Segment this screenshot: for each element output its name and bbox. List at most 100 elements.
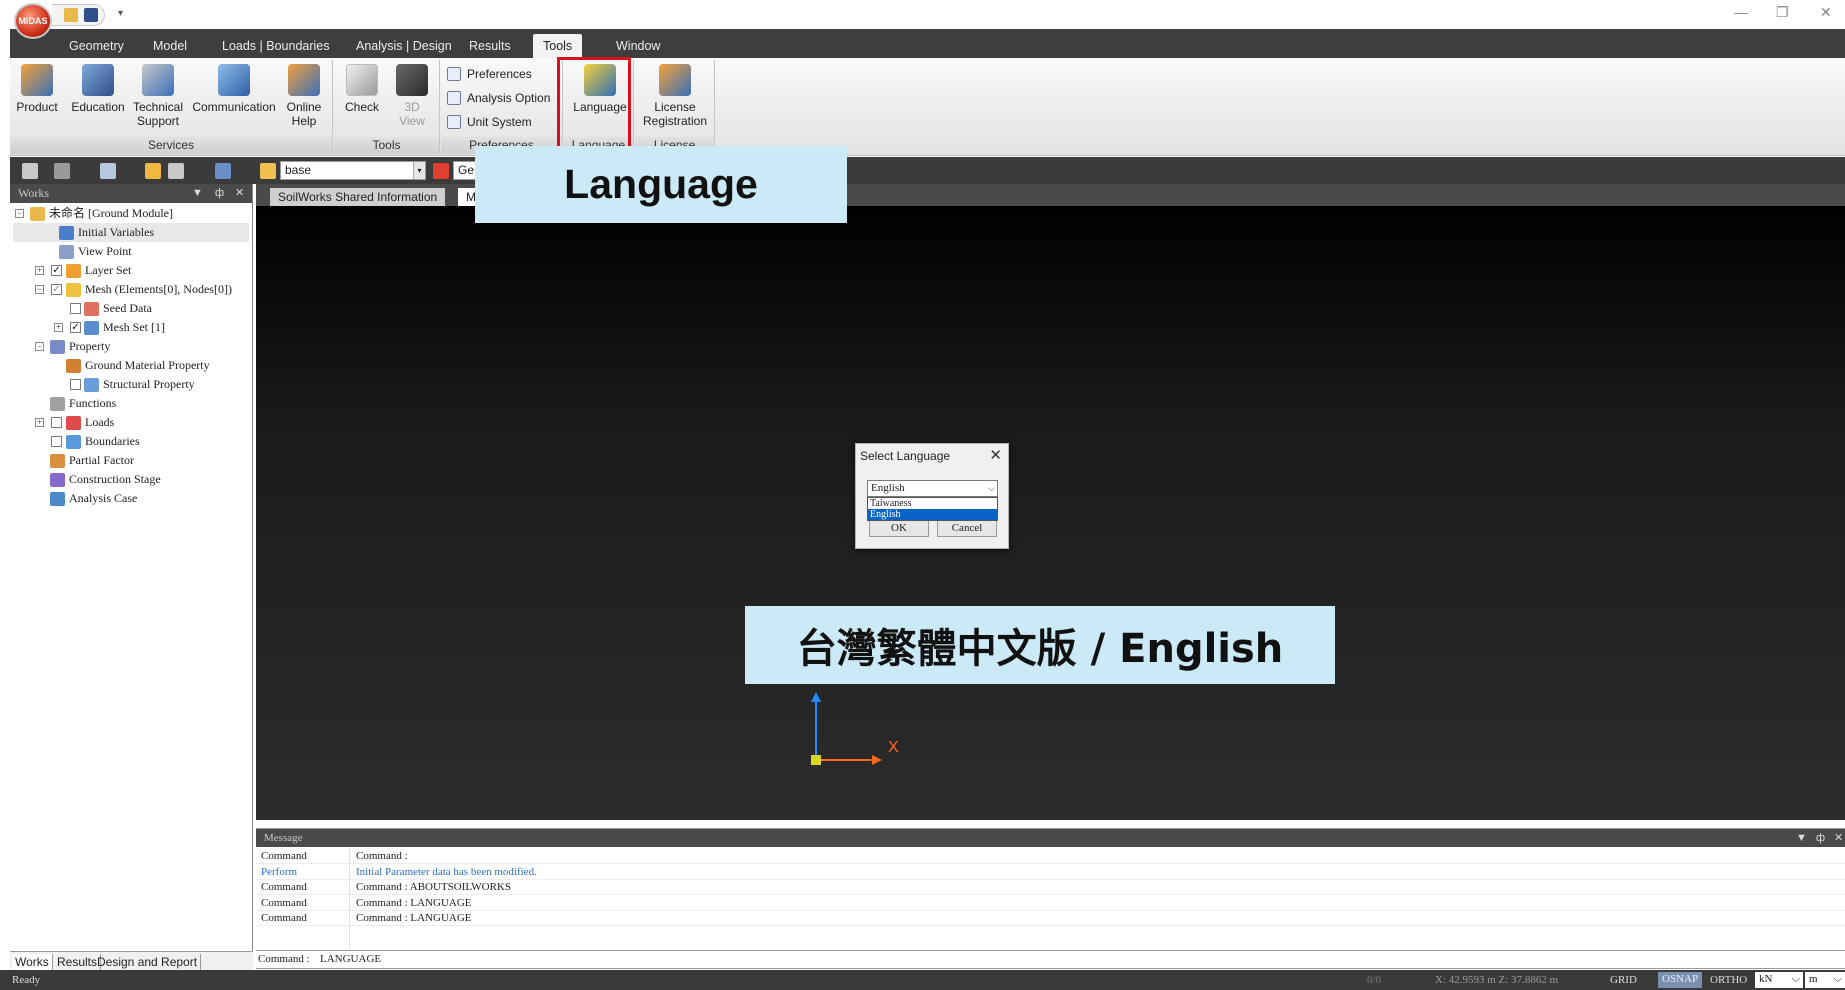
select-icon[interactable] — [100, 163, 116, 179]
collapse-icon[interactable]: − — [35, 285, 44, 294]
layer-combo[interactable]: base ▾ — [280, 161, 426, 180]
unit-system-button[interactable]: Unit System — [443, 112, 532, 132]
expand-icon[interactable]: + — [35, 418, 44, 427]
layer-set-checkbox[interactable]: ✓ — [51, 265, 62, 276]
structural-property-checkbox[interactable] — [70, 379, 81, 390]
osnap-toggle[interactable]: OSNAP — [1658, 972, 1703, 988]
license-registration-button[interactable]: License Registration — [639, 64, 711, 128]
message-text: Command : LANGUAGE — [356, 896, 472, 909]
mesh-set-icon — [84, 321, 99, 335]
tab-model[interactable]: Model — [143, 34, 197, 58]
message-row: Perform Initial Parameter data has been m… — [256, 865, 1845, 880]
technical-support-icon — [142, 64, 174, 96]
command-line[interactable]: Command : LANGUAGE — [256, 950, 1845, 969]
ok-button[interactable]: OK — [869, 519, 929, 537]
tools-group: Check 3D View Tools — [334, 60, 440, 154]
layer-icon — [66, 264, 81, 278]
mesh-checkbox[interactable]: ✓ — [51, 284, 62, 295]
model-viewport[interactable]: X — [256, 206, 1845, 820]
language-select[interactable]: English ⌵ — [867, 480, 998, 497]
technical-support-label-2: Support — [136, 114, 180, 128]
message-type: Command — [261, 881, 307, 893]
save-icon[interactable] — [84, 8, 98, 22]
tab-window[interactable]: Window — [606, 34, 670, 58]
license-registration-icon — [659, 64, 691, 96]
paste-icon[interactable] — [168, 163, 184, 179]
undo-icon[interactable] — [22, 163, 38, 179]
tab-loads-boundaries[interactable]: Loads | Boundaries — [212, 34, 340, 58]
check-button[interactable]: Check — [340, 64, 384, 114]
pin-icon[interactable]: ф — [215, 184, 224, 203]
technical-support-button[interactable]: Technical Support — [130, 64, 186, 128]
boundaries-checkbox[interactable] — [51, 436, 62, 447]
open-folder-icon[interactable] — [64, 8, 78, 22]
tab-soilworks-shared-information[interactable]: SoilWorks Shared Information — [270, 188, 446, 206]
panel-menu-icon[interactable]: ▼ — [192, 184, 203, 203]
online-help-label-2: Help — [291, 114, 317, 128]
preferences-group: Preferences Analysis Option Unit System … — [441, 60, 563, 154]
3d-view-button[interactable]: 3D View — [392, 64, 432, 128]
restore-button[interactable]: ❐ — [1776, 4, 1789, 21]
cancel-button[interactable]: Cancel — [937, 519, 997, 537]
online-help-button[interactable]: Online Help — [282, 64, 326, 128]
analysis-option-button[interactable]: Analysis Option — [443, 88, 550, 108]
title-bar: MIDAS ▾ — ❐ ✕ — [0, 0, 1845, 39]
status-bar: Ready 0/0 X: 42.9593 m Z: 37.8862 m GRID… — [0, 970, 1845, 990]
license-label-1: License — [654, 100, 696, 114]
message-row: Command Command : — [256, 849, 1845, 864]
mesh-set-checkbox[interactable]: ✓ — [70, 322, 81, 333]
language-options-callout: 台灣繁體中文版 / English — [745, 606, 1335, 684]
dialog-close-icon[interactable]: ✕ — [989, 446, 1002, 464]
application-menu-button[interactable]: MIDAS — [14, 3, 52, 39]
3d-view-icon — [396, 64, 428, 96]
pointer-icon[interactable] — [215, 163, 231, 179]
collapse-icon[interactable]: − — [15, 209, 24, 218]
force-unit-select[interactable]: kN ⌵ — [1755, 972, 1803, 988]
tab-design-and-report[interactable]: Design and Report — [94, 954, 202, 971]
construction-stage-icon — [50, 473, 65, 487]
communication-button[interactable]: Communication — [190, 64, 278, 114]
panel-close-icon[interactable]: ✕ — [1834, 829, 1843, 847]
preferences-label: Preferences — [467, 67, 532, 81]
length-unit-select[interactable]: m ⌵ — [1805, 972, 1845, 988]
copy-icon[interactable] — [145, 163, 161, 179]
product-button[interactable]: Product — [16, 64, 58, 114]
panel-close-icon[interactable]: ✕ — [235, 184, 244, 203]
pin-icon[interactable]: ф — [1816, 829, 1825, 847]
message-type: Command — [261, 896, 307, 909]
education-button[interactable]: Education — [69, 64, 127, 114]
panel-menu-icon[interactable]: ▼ — [1796, 829, 1807, 847]
tab-model-view[interactable]: Mo — [458, 188, 476, 206]
tab-results[interactable]: Results — [459, 34, 521, 58]
minimize-button[interactable]: — — [1734, 4, 1748, 20]
collapse-icon[interactable]: − — [35, 342, 44, 351]
geometry-tool-icon[interactable] — [433, 163, 449, 179]
preferences-button[interactable]: Preferences — [443, 64, 532, 84]
tree-node-initial-variables[interactable]: Initial Variables — [13, 223, 249, 242]
expand-icon[interactable]: + — [54, 323, 63, 332]
main-toolbar: base ▾ Ge — [10, 157, 1845, 184]
expand-icon[interactable]: + — [35, 266, 44, 275]
tab-tools[interactable]: Tools — [533, 34, 583, 58]
redo-icon[interactable] — [54, 163, 70, 179]
layer-icon — [260, 163, 276, 179]
customize-toolbar-icon[interactable]: ▾ — [118, 8, 123, 19]
works-panel: Works ▼ ф ✕ − 未命名 [Ground Module] Initial… — [10, 184, 253, 971]
language-highlight-box — [557, 57, 631, 152]
language-option-taiwaness[interactable]: Taiwaness — [868, 498, 997, 509]
communication-icon — [218, 64, 250, 96]
ortho-toggle[interactable]: ORTHO — [1710, 970, 1747, 990]
language-option-english[interactable]: English — [868, 509, 997, 520]
loads-checkbox[interactable] — [51, 417, 62, 428]
language-dropdown-list: Taiwaness English — [867, 497, 998, 521]
analysis-case-icon — [50, 492, 65, 506]
tab-works[interactable]: Works — [12, 954, 53, 971]
close-button[interactable]: ✕ — [1820, 4, 1832, 21]
message-text: Command : — [356, 850, 408, 862]
seed-data-icon — [84, 302, 99, 316]
grid-toggle[interactable]: GRID — [1610, 970, 1637, 990]
axis-indicator — [811, 692, 882, 765]
tab-analysis-design[interactable]: Analysis | Design — [346, 34, 462, 58]
tab-geometry[interactable]: Geometry — [59, 34, 134, 58]
seed-data-checkbox[interactable] — [70, 303, 81, 314]
